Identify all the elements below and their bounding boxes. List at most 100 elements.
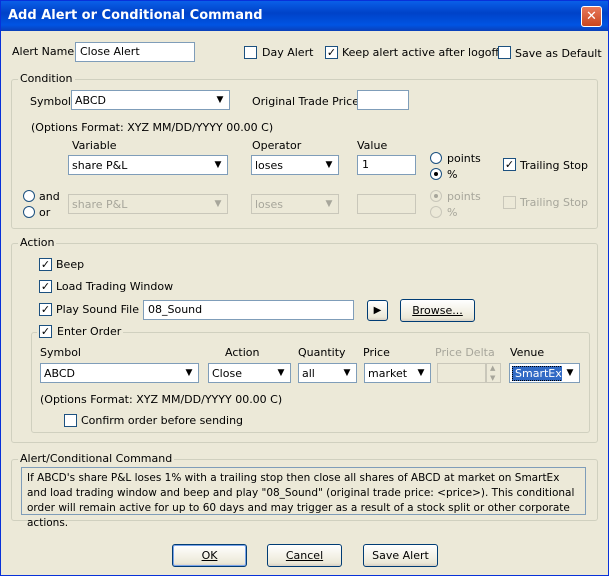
or-label: or bbox=[39, 206, 51, 219]
chevron-down-icon[interactable]: ▼ bbox=[212, 92, 228, 108]
points2-label: points bbox=[447, 190, 481, 203]
chevron-down-icon[interactable]: ▼ bbox=[413, 365, 429, 381]
chevron-down-icon[interactable]: ▼ bbox=[181, 365, 197, 381]
operator-header: Operator bbox=[252, 139, 302, 152]
order-venue-value: SmartEx bbox=[512, 366, 565, 381]
orig-price-label: Original Trade Price bbox=[252, 95, 359, 108]
trailing-stop-label: Trailing Stop bbox=[520, 159, 588, 172]
chevron-down-icon[interactable]: ▼ bbox=[339, 365, 355, 381]
play-sound-checkbox[interactable]: ✓ bbox=[39, 303, 52, 316]
cancel-button[interactable]: Cancel bbox=[267, 544, 342, 567]
points-label: points bbox=[447, 152, 481, 165]
order-quantity-value: all bbox=[302, 367, 315, 380]
chevron-down-icon[interactable]: ▼ bbox=[273, 365, 289, 381]
day-alert-label: Day Alert bbox=[262, 46, 314, 59]
save-default-checkbox[interactable] bbox=[498, 46, 511, 59]
dialog-title: Add Alert or Conditional Command bbox=[8, 8, 263, 23]
condition-group-label: Condition bbox=[18, 72, 75, 85]
order-venue-header: Venue bbox=[510, 346, 545, 359]
chevron-down-icon[interactable]: ▼ bbox=[210, 196, 226, 212]
save-alert-label: Save Alert bbox=[372, 549, 429, 562]
and-label: and bbox=[39, 190, 60, 203]
beep-label: Beep bbox=[56, 258, 85, 271]
load-window-checkbox[interactable]: ✓ bbox=[39, 280, 52, 293]
summary-group-label: Alert/Conditional Command bbox=[18, 452, 175, 465]
order-format-hint: (Options Format: XYZ MM/DD/YYYY 00.00 C) bbox=[40, 393, 283, 406]
dialog-window: Add Alert or Conditional Command ✕ Alert… bbox=[0, 0, 609, 576]
play-icon: ▶ bbox=[373, 305, 382, 316]
order-price-delta-header: Price Delta bbox=[435, 346, 495, 359]
condition-format-hint: (Options Format: XYZ MM/DD/YYYY 00.00 C) bbox=[31, 121, 274, 134]
order-quantity-header: Quantity bbox=[298, 346, 346, 359]
price-delta-input[interactable] bbox=[437, 363, 486, 383]
order-action-value: Close bbox=[212, 367, 242, 380]
confirm-order-checkbox[interactable] bbox=[64, 414, 77, 427]
day-alert-checkbox[interactable] bbox=[244, 46, 257, 59]
chevron-down-icon[interactable]: ▼ bbox=[562, 365, 578, 381]
alert-name-label: Alert Name: bbox=[12, 45, 78, 58]
chevron-down-icon[interactable]: ▼ bbox=[210, 157, 226, 173]
chevron-down-icon[interactable]: ▼ bbox=[321, 196, 337, 212]
keep-active-label: Keep alert active after logoff bbox=[342, 46, 500, 59]
operator-combo[interactable]: loses ▼ bbox=[251, 155, 339, 175]
ok-label: OK bbox=[201, 549, 218, 562]
cancel-label: Cancel bbox=[285, 549, 324, 562]
orig-price-input[interactable] bbox=[357, 90, 409, 110]
trailing-stop2-label: Trailing Stop bbox=[520, 196, 588, 209]
browse-button[interactable]: Browse... bbox=[400, 299, 475, 322]
title-bar[interactable]: Add Alert or Conditional Command ✕ bbox=[1, 1, 608, 31]
points-radio[interactable] bbox=[430, 152, 442, 164]
action-group-label: Action bbox=[18, 236, 57, 249]
percent-label: % bbox=[447, 168, 458, 181]
trailing-stop-checkbox[interactable]: ✓ bbox=[503, 158, 516, 171]
operator2-value: loses bbox=[255, 198, 284, 211]
value-header: Value bbox=[357, 139, 388, 152]
beep-checkbox[interactable]: ✓ bbox=[39, 258, 52, 271]
value-input[interactable]: 1 bbox=[357, 155, 416, 175]
condition-symbol-combo[interactable]: ABCD ▼ bbox=[71, 90, 230, 110]
order-symbol-value: ABCD bbox=[44, 367, 76, 380]
order-symbol-combo[interactable]: ABCD ▼ bbox=[40, 363, 199, 383]
enter-order-checkbox[interactable]: ✓ bbox=[39, 325, 52, 338]
price-delta-spinner[interactable]: ▲ ▼ bbox=[486, 363, 501, 383]
or-radio[interactable] bbox=[23, 206, 35, 218]
summary-text: If ABCD's share P&L loses 1% with a trai… bbox=[21, 467, 586, 529]
order-symbol-header: Symbol bbox=[40, 346, 81, 359]
spin-up-icon[interactable]: ▲ bbox=[490, 364, 495, 372]
variable2-value: share P&L bbox=[72, 198, 128, 211]
variable2-combo[interactable]: share P&L ▼ bbox=[68, 194, 228, 214]
condition-symbol-label: Symbol bbox=[30, 95, 71, 108]
ok-button[interactable]: OK bbox=[172, 544, 247, 567]
browse-label: Browse... bbox=[412, 304, 463, 317]
load-window-label: Load Trading Window bbox=[56, 280, 174, 293]
points2-radio[interactable] bbox=[430, 190, 442, 202]
spin-down-icon[interactable]: ▼ bbox=[490, 374, 495, 382]
save-alert-button[interactable]: Save Alert bbox=[363, 544, 438, 567]
order-price-header: Price bbox=[363, 346, 390, 359]
order-price-value: market bbox=[368, 367, 408, 380]
chevron-down-icon[interactable]: ▼ bbox=[321, 157, 337, 173]
operator2-combo[interactable]: loses ▼ bbox=[251, 194, 339, 214]
and-radio[interactable] bbox=[23, 190, 35, 202]
save-default-label: Save as Default bbox=[515, 47, 602, 60]
trailing-stop2-checkbox[interactable] bbox=[503, 196, 516, 209]
sound-file-input[interactable]: 08_Sound bbox=[143, 300, 354, 320]
order-price-combo[interactable]: market ▼ bbox=[364, 363, 431, 383]
play-sound-button[interactable]: ▶ bbox=[367, 300, 388, 321]
alert-name-input[interactable]: Close Alert bbox=[75, 42, 195, 62]
play-sound-label: Play Sound File bbox=[56, 303, 139, 316]
operator-value: loses bbox=[255, 159, 284, 172]
order-venue-combo[interactable]: SmartEx ▼ bbox=[509, 363, 580, 383]
percent-radio[interactable] bbox=[430, 168, 442, 180]
value2-input[interactable] bbox=[357, 194, 416, 214]
order-quantity-combo[interactable]: all ▼ bbox=[298, 363, 357, 383]
close-icon[interactable]: ✕ bbox=[581, 6, 602, 27]
percent2-radio[interactable] bbox=[430, 206, 442, 218]
confirm-order-label: Confirm order before sending bbox=[81, 414, 244, 427]
condition-symbol-value: ABCD bbox=[75, 94, 107, 107]
order-action-combo[interactable]: Close ▼ bbox=[208, 363, 291, 383]
keep-active-checkbox[interactable]: ✓ bbox=[325, 46, 338, 59]
order-action-header: Action bbox=[225, 346, 260, 359]
variable-combo[interactable]: share P&L ▼ bbox=[68, 155, 228, 175]
percent2-label: % bbox=[447, 206, 458, 219]
